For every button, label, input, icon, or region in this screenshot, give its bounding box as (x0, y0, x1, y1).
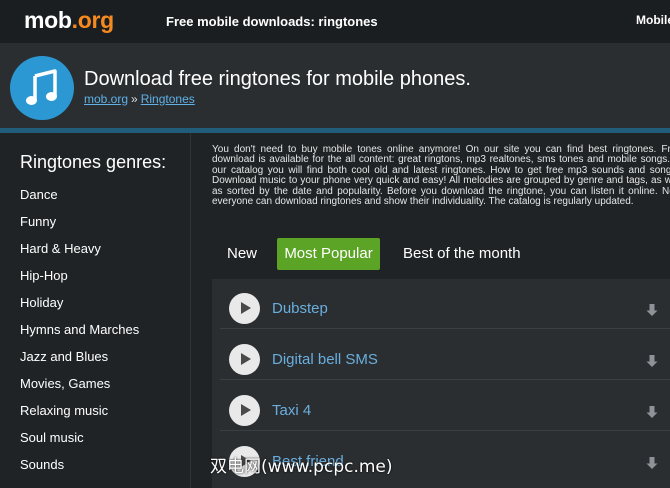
play-icon[interactable] (229, 395, 260, 426)
tab-best-of-month[interactable]: Best of the month (403, 238, 521, 270)
track-title[interactable]: Digital bell SMS (272, 351, 378, 368)
tab-new[interactable]: New (227, 238, 257, 270)
site-tagline: Free mobile downloads: ringtones (166, 14, 378, 29)
list-item: Taxi 4 (220, 381, 670, 431)
mobile-link[interactable]: Mobile (636, 13, 670, 27)
track-title[interactable]: Taxi 4 (272, 402, 311, 419)
sidebar-item-relaxing-music[interactable]: Relaxing music (20, 403, 108, 418)
music-note-icon (10, 56, 74, 120)
track-title[interactable]: Dubstep (272, 300, 328, 317)
page-header: Download free ringtones for mobile phone… (0, 43, 670, 128)
site-logo[interactable]: mob.org (24, 7, 114, 34)
page-title: Download free ringtones for mobile phone… (84, 68, 471, 90)
sidebar-item-funny[interactable]: Funny (20, 214, 56, 229)
sidebar-item-hard-heavy[interactable]: Hard & Heavy (20, 241, 101, 256)
logo-domain: .org (71, 7, 115, 33)
sidebar-item-hip-hop[interactable]: Hip-Hop (20, 268, 68, 283)
watermark-text: 双电网(www.pcpc.me) (210, 457, 393, 477)
breadcrumb-separator: » (131, 92, 138, 106)
sidebar-item-dance[interactable]: Dance (20, 187, 58, 202)
sidebar-title: Ringtones genres: (20, 152, 167, 172)
list-item: Digital bell SMS (220, 330, 670, 380)
breadcrumb-home-link[interactable]: mob.org (84, 92, 128, 106)
sidebar-item-movies-games[interactable]: Movies, Games (20, 376, 110, 391)
sidebar-item-sounds[interactable]: Sounds (20, 457, 64, 472)
breadcrumb: mob.org» Ringtones (84, 92, 195, 106)
download-icon[interactable] (644, 404, 660, 420)
sidebar-item-jazz-blues[interactable]: Jazz and Blues (20, 349, 108, 364)
intro-text: You don't need to buy mobile tones onlin… (212, 144, 670, 208)
list-item: Dubstep (220, 279, 670, 329)
top-bar: mob.org Free mobile downloads: ringtones… (0, 0, 670, 43)
tab-most-popular[interactable]: Most Popular (277, 238, 380, 270)
download-icon[interactable] (644, 455, 660, 471)
breadcrumb-ringtones-link[interactable]: Ringtones (141, 92, 195, 106)
sidebar: Ringtones genres: Dance Funny Hard & Hea… (0, 133, 191, 488)
play-icon[interactable] (229, 293, 260, 324)
logo-text: mob (24, 7, 72, 33)
download-icon[interactable] (644, 302, 660, 318)
download-icon[interactable] (644, 353, 660, 369)
play-icon[interactable] (229, 344, 260, 375)
sidebar-item-soul-music[interactable]: Soul music (20, 430, 84, 445)
sidebar-item-hymns-marches[interactable]: Hymns and Marches (20, 322, 139, 337)
sidebar-item-holiday[interactable]: Holiday (20, 295, 63, 310)
